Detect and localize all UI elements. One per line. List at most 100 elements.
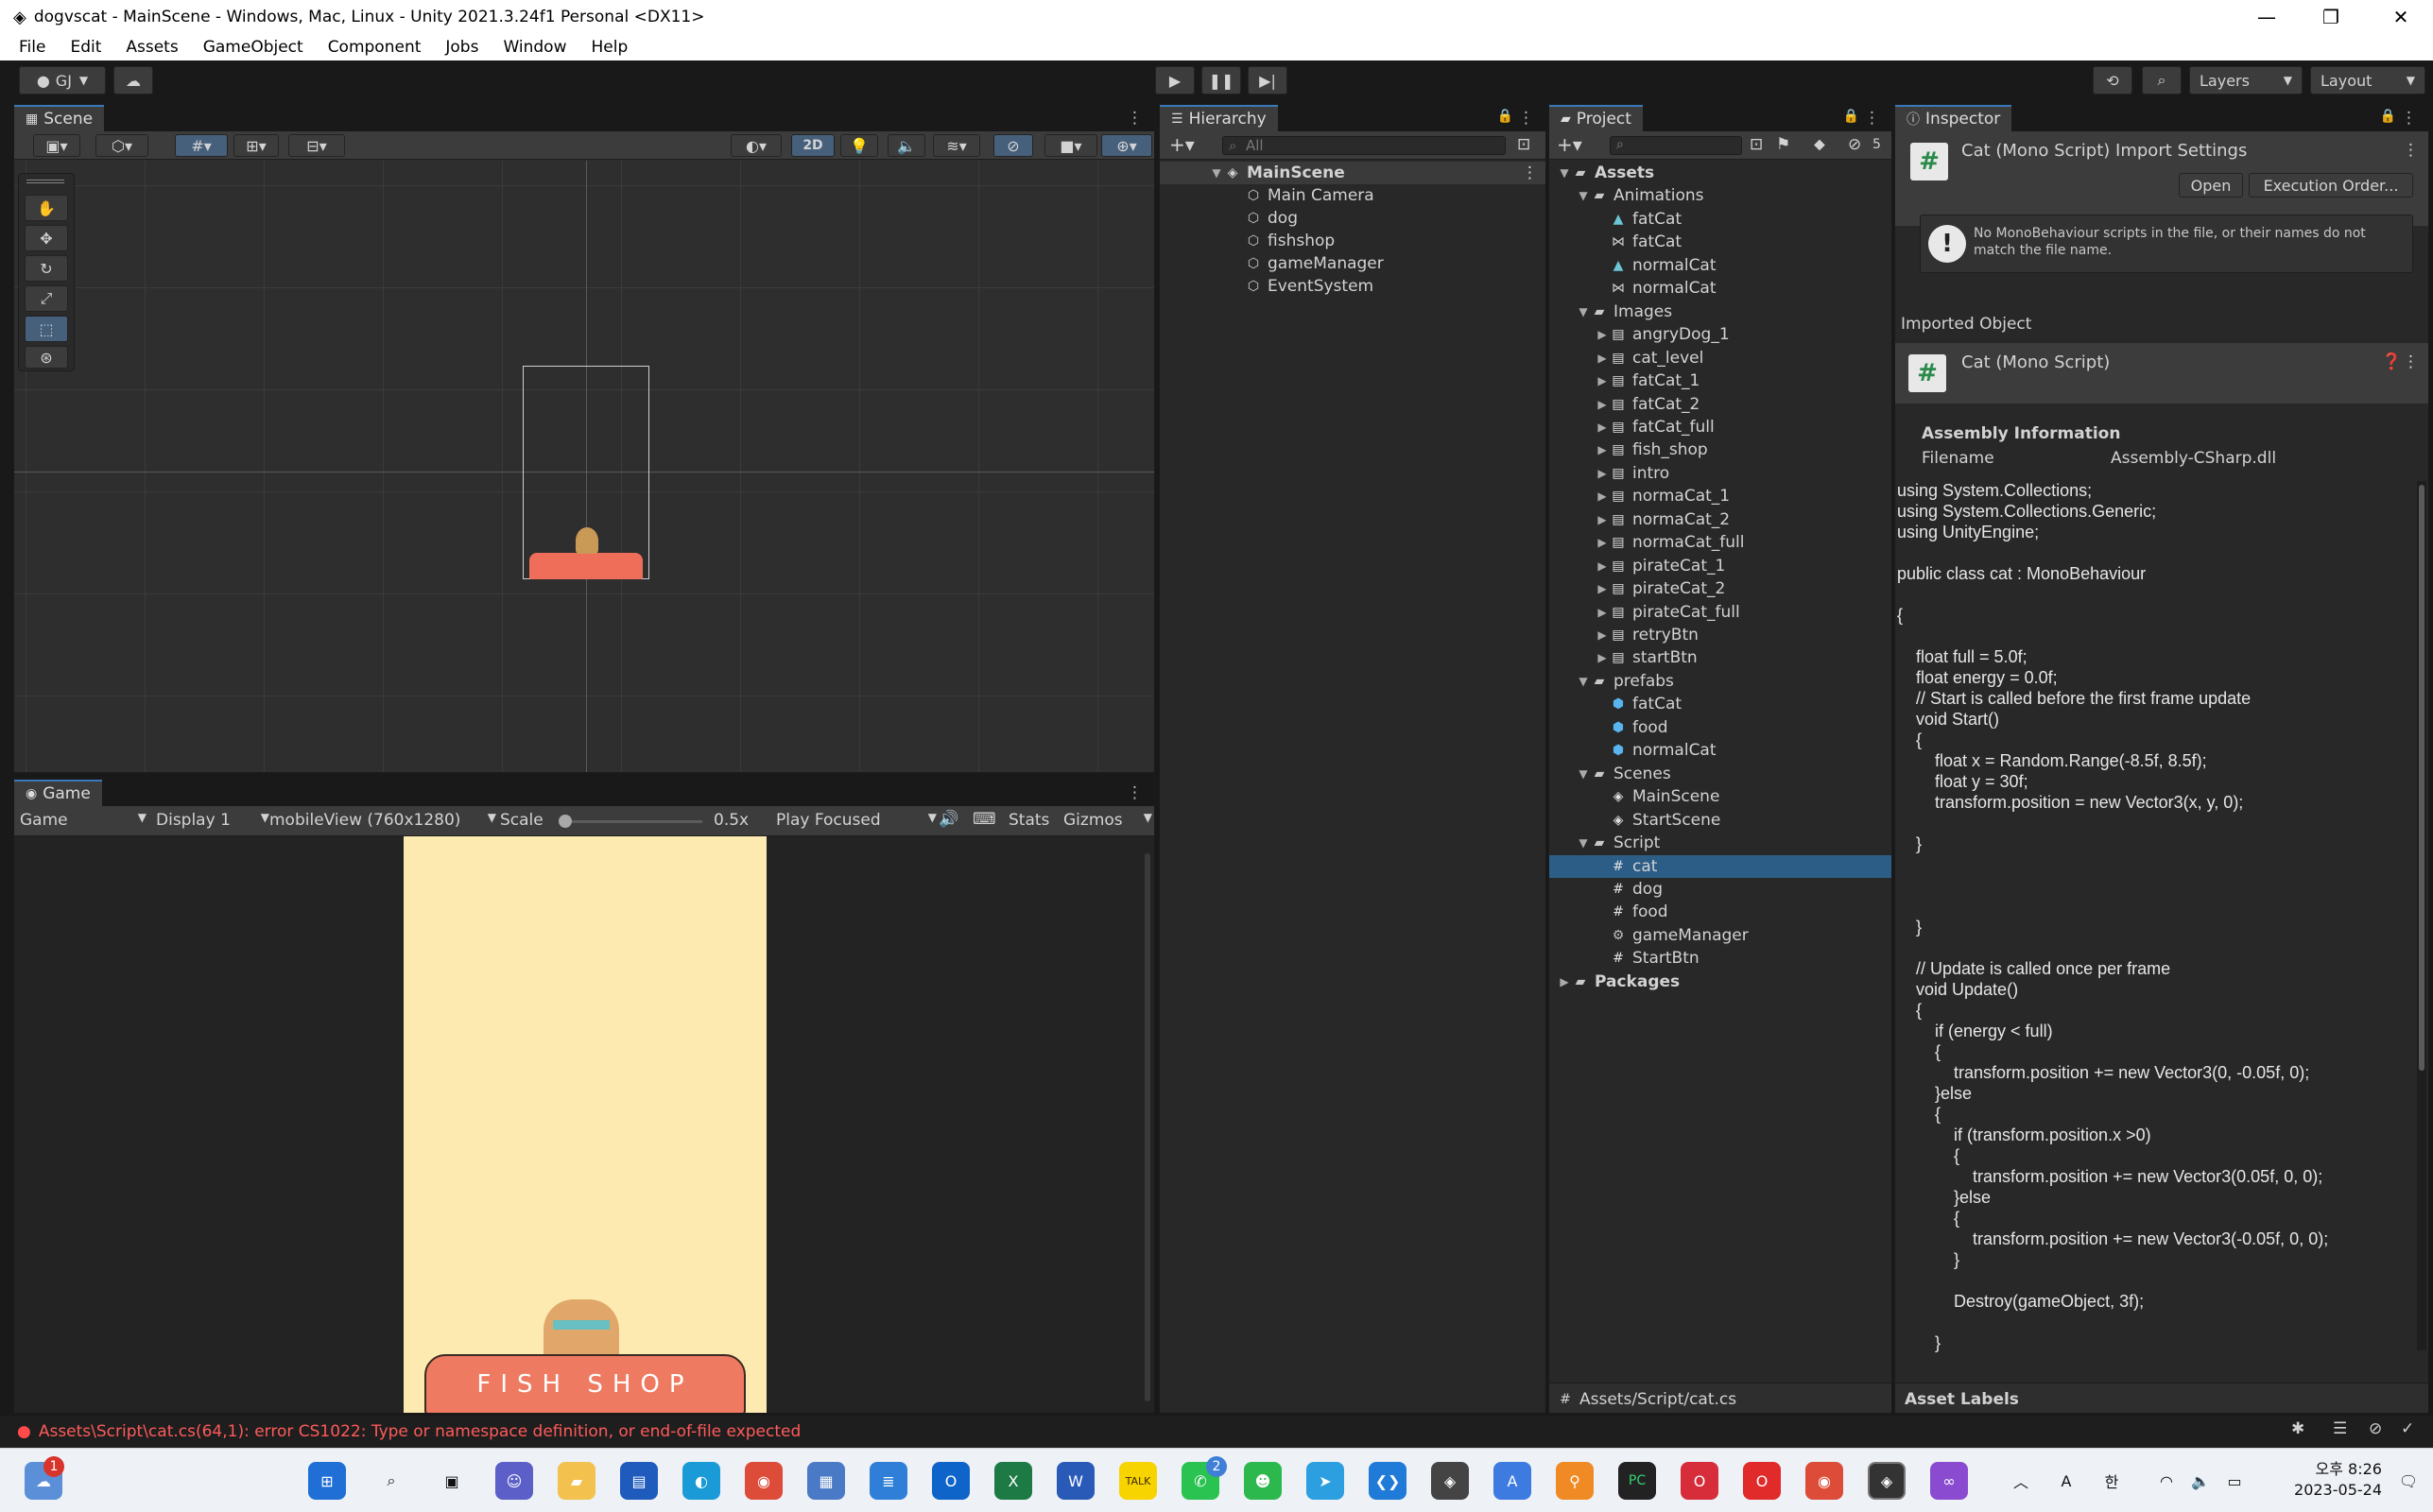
database-icon[interactable]: ☰ xyxy=(2333,1419,2347,1438)
rotate-tool[interactable]: ↻ xyxy=(25,255,68,282)
keyboard-icon[interactable]: ⌨ xyxy=(973,810,996,829)
tab-scene[interactable]: ▦ Scene xyxy=(14,105,105,131)
tab-hierarchy[interactable]: ☰ Hierarchy xyxy=(1160,105,1278,131)
menu-assets[interactable]: Assets xyxy=(126,38,178,57)
ime-korean[interactable]: 한 xyxy=(2093,1462,2131,1500)
telegram-icon[interactable]: ➤ xyxy=(1306,1462,1344,1500)
filter-by-label-icon[interactable]: ⚑ xyxy=(1776,135,1790,154)
collapse-arrow-icon[interactable]: ▶ xyxy=(1595,559,1610,573)
create-asset-button[interactable]: +▾ xyxy=(1557,133,1582,156)
word-icon[interactable]: W xyxy=(1057,1462,1095,1500)
expand-arrow-icon[interactable]: ▼ xyxy=(1557,166,1572,180)
inspector-title-menu-icon[interactable]: ⋮ xyxy=(2403,141,2419,160)
step-button[interactable]: ▶| xyxy=(1248,66,1287,94)
tag-icon[interactable]: ⬥ xyxy=(1814,135,1825,154)
ime-english[interactable]: A xyxy=(2047,1462,2085,1500)
collapse-arrow-icon[interactable]: ▶ xyxy=(1557,975,1572,988)
project-tree-item[interactable]: ▼ ▰ Scenes xyxy=(1549,763,1891,785)
collapse-arrow-icon[interactable]: ▶ xyxy=(1595,513,1610,526)
search-by-type-icon[interactable]: ⊡ xyxy=(1750,135,1763,154)
project-tree-item[interactable]: ▶ ▤ retryBtn xyxy=(1549,624,1891,646)
notification-center-icon[interactable]: 🗨 xyxy=(2390,1462,2427,1500)
notepad-icon[interactable]: ≣ xyxy=(870,1462,907,1500)
collapse-arrow-icon[interactable]: ▶ xyxy=(1595,398,1610,411)
lighting-toggle[interactable]: 💡 xyxy=(840,134,878,157)
play-focus-dropdown[interactable]: Play Focused ▼ xyxy=(776,811,937,830)
toggle-2d-button[interactable]: 2D xyxy=(791,134,835,157)
visual-studio-icon[interactable]: ∞ xyxy=(1930,1462,1968,1500)
mute-audio-icon[interactable]: 🔊 xyxy=(939,810,958,829)
tab-inspector[interactable]: ⓘ Inspector xyxy=(1895,105,2012,131)
project-tree-item[interactable]: ▶ ▤ startBtn xyxy=(1549,646,1891,669)
menu-window[interactable]: Window xyxy=(503,38,566,57)
hierarchy-item[interactable]: ⬡ EventSystem xyxy=(1160,275,1545,298)
search-tool-icon[interactable]: ⚲ xyxy=(1556,1462,1594,1500)
collapse-arrow-icon[interactable]: ▶ xyxy=(1595,582,1610,595)
expand-arrow-icon[interactable]: ▼ xyxy=(1209,166,1224,180)
object-menu-icon[interactable]: ⋮ xyxy=(2403,352,2419,371)
collapse-arrow-icon[interactable]: ▶ xyxy=(1595,490,1610,503)
project-tree-item[interactable]: ▼ ▰ Script xyxy=(1549,832,1891,854)
game-viewport[interactable]: FISH SHOP xyxy=(404,836,767,1413)
increment-snap-dropdown[interactable]: ⊞▾ xyxy=(233,134,279,157)
audio-toggle[interactable]: 🔈 xyxy=(888,134,925,157)
chrome-profile-icon[interactable]: ◉ xyxy=(1805,1462,1843,1500)
project-tree-item[interactable]: ◈ MainScene xyxy=(1549,785,1891,808)
scene-viewport[interactable] xyxy=(14,161,1154,772)
collapse-arrow-icon[interactable]: ▶ xyxy=(1595,651,1610,664)
inspector-menu-icon[interactable]: ⋮ xyxy=(2401,109,2417,128)
project-tree-item[interactable]: ▶ ▤ cat_level xyxy=(1549,347,1891,369)
maximize-button[interactable]: ❐ xyxy=(2299,0,2363,34)
opera-gx-icon[interactable]: O xyxy=(1681,1462,1718,1500)
hierarchy-search-input[interactable]: ⌕ All xyxy=(1222,136,1506,155)
game-view-dropdown[interactable]: Game ▼ xyxy=(20,811,147,830)
minimize-button[interactable]: — xyxy=(2235,0,2299,34)
project-tree-item[interactable]: ▶ ▤ pirateCat_1 xyxy=(1549,555,1891,577)
tray-chevron-icon[interactable]: ︿ xyxy=(2002,1462,2040,1500)
project-tree-item[interactable]: ▶ ▤ normaCat_1 xyxy=(1549,485,1891,507)
vscode-icon[interactable]: ❮❯ xyxy=(1369,1462,1406,1500)
project-tree-item[interactable]: # cat xyxy=(1549,854,1891,878)
search-icon[interactable]: ⌕ xyxy=(372,1462,410,1500)
add-object-button[interactable]: +▾ xyxy=(1169,133,1195,156)
tab-game[interactable]: ◉ Game xyxy=(14,780,102,806)
expand-arrow-icon[interactable]: ▼ xyxy=(1576,675,1591,688)
gizmos-button[interactable]: Gizmos ▼ xyxy=(1063,811,1152,830)
project-tree-item[interactable]: ▼ ▰ Images xyxy=(1549,301,1891,323)
help-icon[interactable]: ❓ xyxy=(2382,352,2402,371)
grid-snap-dropdown[interactable]: #▾ xyxy=(175,134,228,157)
inspector-scroll-thumb[interactable] xyxy=(2419,485,2424,1071)
file-explorer-icon[interactable]: ▰ xyxy=(558,1462,595,1500)
project-tree-item[interactable]: ▶ ▤ pirateCat_full xyxy=(1549,601,1891,624)
pycharm-icon[interactable]: PC xyxy=(1618,1462,1656,1500)
effects-dropdown[interactable]: ≋▾ xyxy=(933,134,980,157)
teams-chat-icon[interactable]: ☺ xyxy=(495,1462,533,1500)
outlook-icon[interactable]: O xyxy=(932,1462,970,1500)
draw-mode-dropdown[interactable]: ▣▾ xyxy=(33,134,80,157)
battery-icon[interactable]: ▭ xyxy=(2216,1462,2253,1500)
hierarchy-item[interactable]: ⬡ Main Camera xyxy=(1160,184,1545,207)
excel-icon[interactable]: X xyxy=(994,1462,1032,1500)
hand-tool[interactable]: ✋ xyxy=(25,195,68,221)
collapse-arrow-icon[interactable]: ▶ xyxy=(1595,606,1610,619)
expand-arrow-icon[interactable]: ▼ xyxy=(1576,836,1591,850)
edge-icon[interactable]: ◐ xyxy=(682,1462,720,1500)
menu-file[interactable]: File xyxy=(19,38,45,57)
check-icon[interactable]: ✓ xyxy=(2401,1419,2414,1438)
wifi-icon[interactable]: ◠ xyxy=(2148,1462,2185,1500)
history-button[interactable]: ⟲ xyxy=(2093,66,2132,94)
scene-menu-icon[interactable]: ⋮ xyxy=(1127,109,1143,128)
project-tree-item[interactable]: ⋈ normalCat xyxy=(1549,277,1891,300)
progress-icon[interactable]: ⊘ xyxy=(2369,1419,2382,1438)
imported-object-row[interactable]: # Cat (Mono Script) ❓ ⋮ xyxy=(1895,343,2428,404)
expand-arrow-icon[interactable]: ▼ xyxy=(1576,767,1591,781)
menu-jobs[interactable]: Jobs xyxy=(445,38,478,57)
lock-icon[interactable]: 🔒 xyxy=(2380,109,2396,124)
opera-icon[interactable]: O xyxy=(1743,1462,1781,1500)
stats-button[interactable]: Stats xyxy=(1009,811,1049,830)
project-tree-item[interactable]: # food xyxy=(1549,901,1891,923)
search-button[interactable]: ⌕ xyxy=(2142,66,2182,94)
project-tree-item[interactable]: ⬢ normalCat xyxy=(1549,739,1891,762)
open-button[interactable]: Open xyxy=(2179,173,2243,198)
volume-icon[interactable]: 🔈 xyxy=(2182,1462,2219,1500)
